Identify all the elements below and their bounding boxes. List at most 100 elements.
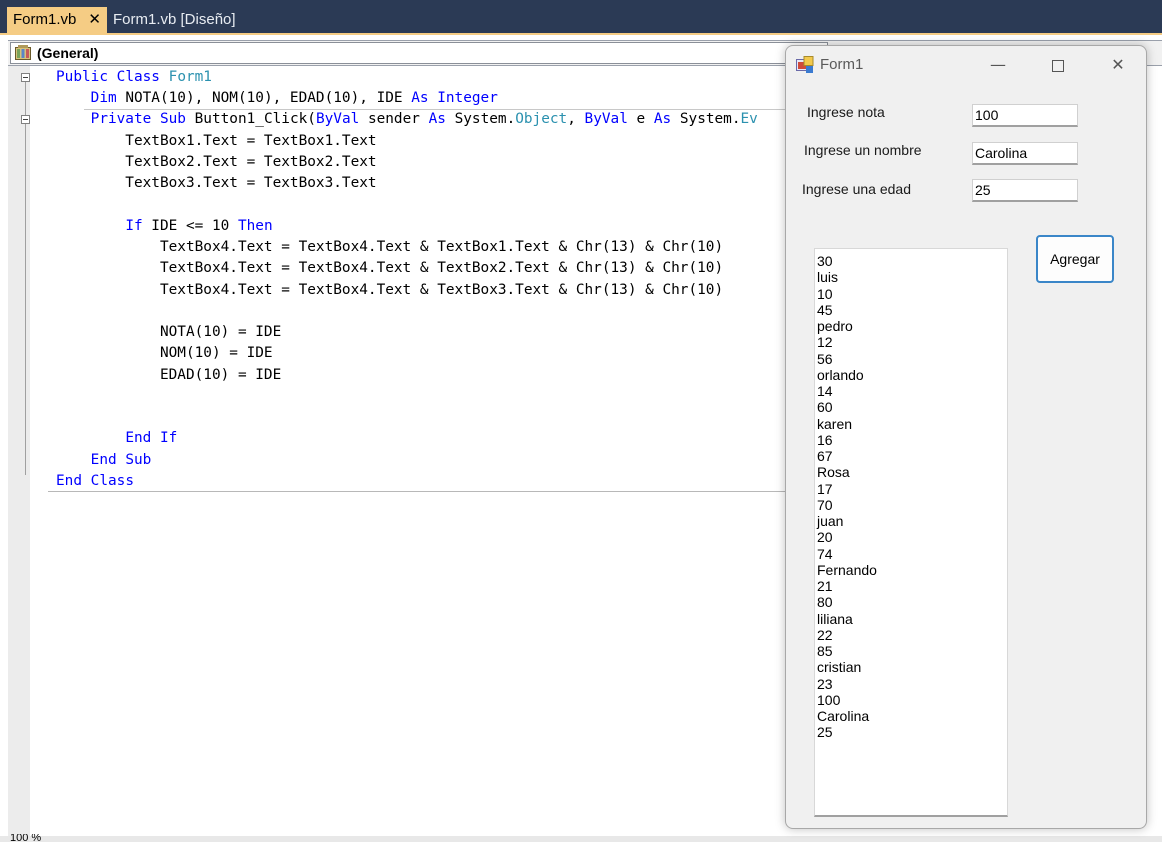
multiline-line: 14	[817, 383, 833, 399]
code-type-name: Form1	[168, 69, 212, 85]
code-keyword: End	[56, 473, 82, 489]
multiline-line: 67	[817, 448, 833, 464]
multiline-line: 30	[817, 253, 833, 269]
code-line[interactable]: EDAD(10) = IDE	[56, 365, 281, 386]
tab-form1-vb[interactable]: Form1.vb ✕	[7, 7, 107, 33]
outline-collapse-icon[interactable]	[21, 73, 30, 82]
multiline-line: 60	[817, 399, 833, 416]
code-keyword: Integer	[437, 90, 498, 106]
document-tab-strip: Form1.vb ✕ Form1.vb [Diseño]	[0, 0, 1162, 34]
multiline-line: 12	[817, 334, 833, 351]
code-line[interactable]: End Sub	[56, 450, 152, 471]
code-keyword: As	[411, 90, 429, 106]
code-line[interactable]: End If	[56, 428, 177, 449]
code-line[interactable]: Private Sub Button1_Click(ByVal sender A…	[56, 109, 758, 130]
multiline-line: 20	[817, 529, 833, 546]
label-nombre: Ingrese un nombre	[804, 142, 922, 158]
code-line[interactable]: End Class	[56, 471, 134, 492]
code-token: TextBox4.Text = TextBox4.Text & TextBox1…	[56, 239, 724, 255]
tab-form1-design[interactable]: Form1.vb [Diseño]	[107, 7, 247, 33]
close-icon[interactable]: ✕	[88, 7, 101, 33]
code-token: TextBox3.Text = TextBox3.Text	[56, 175, 377, 191]
agregar-button[interactable]: Agregar	[1036, 235, 1114, 283]
code-token: System.	[671, 111, 741, 127]
tab-label: Form1.vb	[13, 11, 77, 28]
code-token: NOM(10) = IDE	[56, 345, 273, 361]
multiline-line: orlando	[817, 366, 864, 383]
minimize-button[interactable]: —	[978, 46, 1018, 84]
form1-window: Form1 — ✕ Ingrese nota Ingrese un nombre…	[785, 45, 1147, 829]
label-edad: Ingrese una edad	[802, 181, 911, 197]
code-keyword: As	[653, 111, 672, 127]
code-line[interactable]: TextBox4.Text = TextBox4.Text & TextBox1…	[56, 237, 723, 258]
procedure-separator	[84, 109, 808, 110]
code-token: TextBox2.Text = TextBox2.Text	[56, 154, 377, 170]
form-title-bar[interactable]: Form1 — ✕	[786, 46, 1146, 84]
multiline-line: karen	[817, 415, 853, 432]
code-line[interactable]: Dim NOTA(10), NOM(10), EDAD(10), IDE As …	[56, 88, 498, 109]
class-dropdown-value: (General)	[37, 45, 99, 61]
editor-gutter	[8, 66, 30, 836]
outline-line	[25, 124, 26, 454]
code-type-name: Ev	[740, 111, 758, 127]
textbox-nota[interactable]: 100	[972, 104, 1078, 127]
code-line[interactable]: TextBox4.Text = TextBox4.Text & TextBox2…	[56, 258, 723, 279]
code-token: IDE <= 10	[142, 218, 238, 234]
code-keyword: If	[159, 430, 178, 446]
code-token: sender	[359, 111, 429, 127]
multiline-line: juan	[817, 513, 844, 529]
code-keyword: End	[125, 430, 152, 446]
code-keyword: If	[125, 218, 143, 234]
code-line[interactable]: Public Class Form1	[56, 67, 212, 88]
code-line[interactable]: NOM(10) = IDE	[56, 343, 273, 364]
code-token: NOTA(10), NOM(10), EDAD(10), IDE	[116, 90, 412, 106]
multiline-line: 85	[817, 643, 833, 659]
multiline-line: 74	[817, 545, 833, 562]
close-button[interactable]: ✕	[1098, 46, 1138, 84]
multiline-line: 23	[817, 675, 833, 692]
zoom-level[interactable]: 100 %	[10, 834, 41, 842]
code-line[interactable]: TextBox4.Text = TextBox4.Text & TextBox3…	[56, 280, 723, 301]
code-line[interactable]: TextBox2.Text = TextBox2.Text	[56, 152, 377, 173]
code-line[interactable]: TextBox1.Text = TextBox1.Text	[56, 131, 377, 152]
maximize-button[interactable]	[1038, 46, 1078, 84]
general-icon	[15, 45, 31, 60]
code-token: e	[627, 111, 654, 127]
multiline-line: Fernando	[817, 561, 877, 578]
code-line[interactable]: NOTA(10) = IDE	[56, 322, 281, 343]
code-keyword: Then	[237, 218, 273, 234]
multiline-line: cristian	[817, 659, 862, 676]
class-dropdown[interactable]: (General)	[10, 42, 828, 64]
multiline-line: 45	[817, 301, 833, 318]
multiline-line: luis	[817, 269, 839, 286]
code-token: TextBox4.Text = TextBox4.Text & TextBox3…	[56, 282, 724, 298]
multiline-textbox[interactable]: 30 luis 10 45 pedro 12 56 orlando 14 60 karen 16 67 R…	[814, 248, 1008, 817]
tab-underline	[0, 33, 1162, 35]
textbox-nombre[interactable]: Carolina	[972, 142, 1078, 165]
multiline-line: 80	[817, 594, 833, 611]
outline-collapse-icon[interactable]	[21, 115, 30, 124]
multiline-line: Carolina	[817, 708, 870, 724]
code-token: System.	[445, 111, 516, 127]
code-line[interactable]: If IDE <= 10 Then	[56, 216, 273, 237]
code-keyword: As	[428, 111, 446, 127]
multiline-line: 100	[817, 691, 841, 708]
code-token: NOTA(10) = IDE	[56, 324, 282, 340]
code-token: TextBox1.Text = TextBox1.Text	[56, 133, 377, 149]
code-keyword: Class	[116, 69, 160, 85]
status-bar	[0, 836, 1162, 842]
label-nota: Ingrese nota	[807, 104, 885, 120]
textbox-edad[interactable]: 25	[972, 179, 1078, 202]
code-line[interactable]: TextBox3.Text = TextBox3.Text	[56, 173, 377, 194]
code-keyword: Sub	[125, 452, 152, 468]
end-of-code-line	[48, 491, 808, 492]
code-type-name: Object	[515, 111, 568, 127]
multiline-line: 21	[817, 578, 833, 594]
